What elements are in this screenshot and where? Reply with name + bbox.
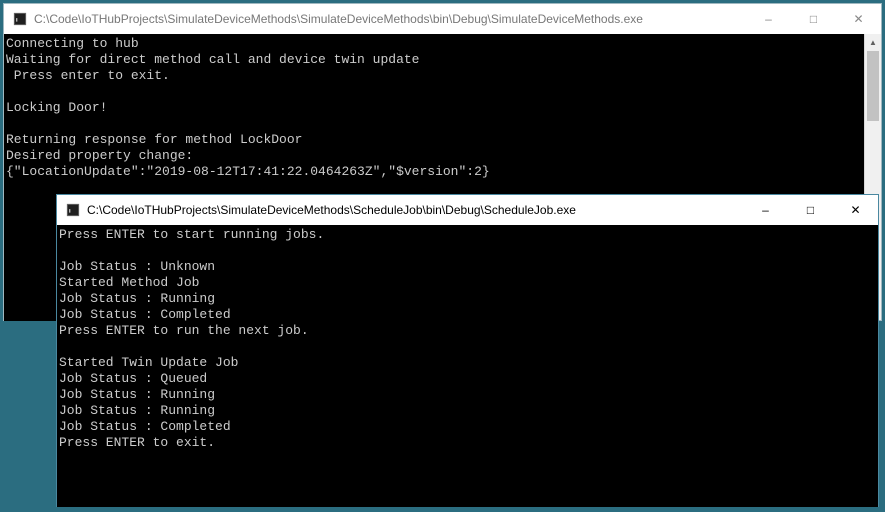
console-app-icon [65, 202, 81, 218]
titlebar[interactable]: C:\Code\IoTHubProjects\SimulateDeviceMet… [4, 4, 881, 34]
scroll-up-button[interactable]: ▲ [865, 34, 881, 51]
window-schedule-job[interactable]: C:\Code\IoTHubProjects\SimulateDeviceMet… [56, 194, 879, 507]
console-output[interactable]: Press ENTER to start running jobs. Job S… [57, 225, 878, 507]
minimize-button[interactable]: – [746, 4, 791, 34]
console-app-icon [12, 11, 28, 27]
minimize-button[interactable]: – [743, 195, 788, 225]
window-controls: – □ ✕ [746, 4, 881, 34]
close-button[interactable]: ✕ [833, 195, 878, 225]
window-controls: – □ ✕ [743, 195, 878, 225]
maximize-button[interactable]: □ [788, 195, 833, 225]
maximize-button[interactable]: □ [791, 4, 836, 34]
window-title: C:\Code\IoTHubProjects\SimulateDeviceMet… [34, 12, 746, 26]
close-button[interactable]: ✕ [836, 4, 881, 34]
titlebar[interactable]: C:\Code\IoTHubProjects\SimulateDeviceMet… [57, 195, 878, 225]
desktop: C:\Code\IoTHubProjects\SimulateDeviceMet… [0, 0, 885, 512]
scroll-thumb[interactable] [867, 51, 879, 121]
window-title: C:\Code\IoTHubProjects\SimulateDeviceMet… [87, 203, 743, 217]
